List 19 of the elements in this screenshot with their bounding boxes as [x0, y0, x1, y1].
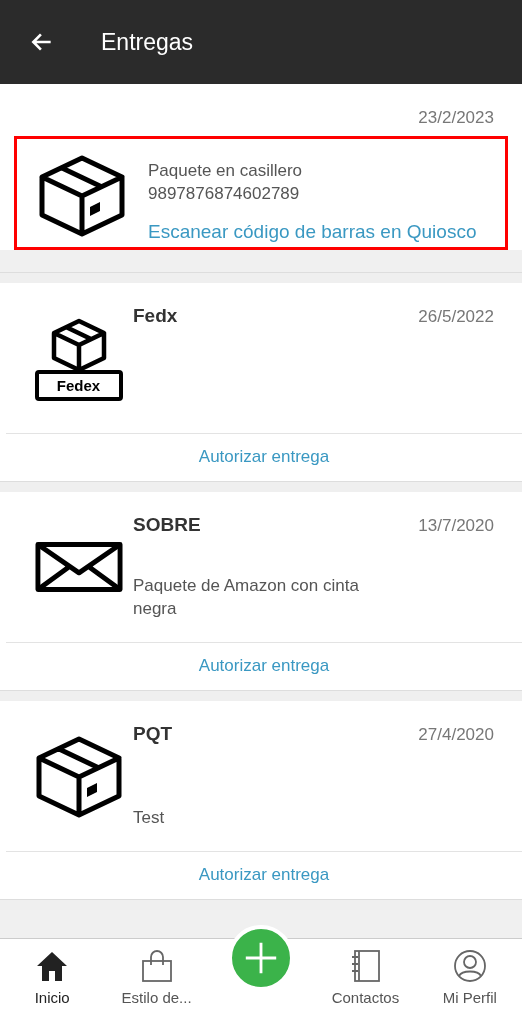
delivery-title: SOBRE [133, 514, 201, 536]
profile-icon [452, 949, 487, 983]
delivery-title: PQT [133, 723, 173, 745]
nav-tab[interactable]: Inicio [0, 939, 105, 1006]
nav-tab[interactable]: Mi Perfil [417, 939, 522, 1006]
screen-title: Entregas [101, 28, 194, 56]
delivery-date: 13/7/2020 [418, 516, 494, 536]
delivery-description: Test [133, 807, 166, 829]
nav-tab[interactable]: Estilo de... [104, 939, 209, 1006]
delivery-title: Fedx [133, 305, 178, 327]
tracking-number: 9897876874602789 [148, 183, 301, 205]
delivery-date: 26/5/2022 [418, 307, 494, 327]
delivery-date: 27/4/2020 [418, 725, 494, 745]
delivery-description: Paquete de Amazon con cinta negra [133, 575, 360, 620]
delivery-date: 23/2/2023 [417, 107, 495, 128]
delivery-description: Paquete en casillero [148, 160, 304, 182]
envelope-icon [34, 541, 123, 593]
nav-tab[interactable]: Contactos [313, 939, 418, 1006]
shopping-bag-icon [139, 949, 174, 983]
